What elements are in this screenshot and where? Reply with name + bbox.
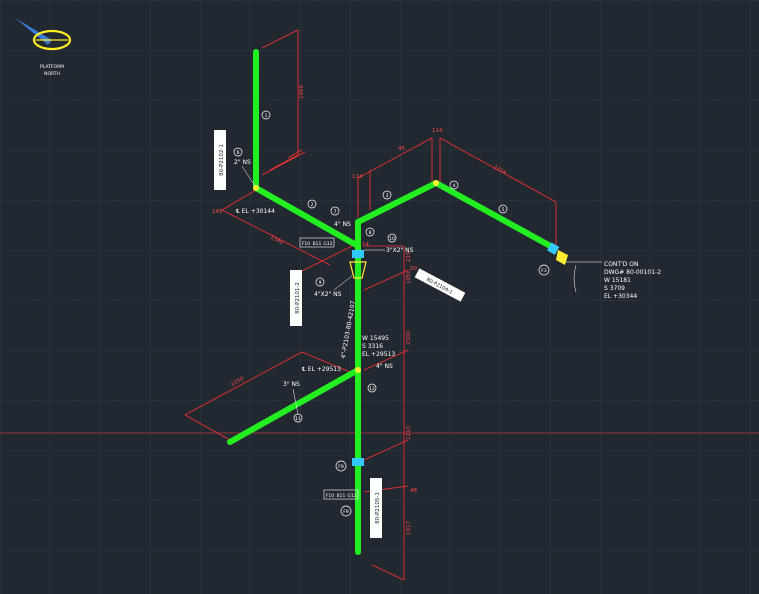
north-label-line1: PLATFORM — [40, 64, 64, 70]
left-low-line-tag: 80-P2101-2 — [290, 270, 302, 326]
dim-v3: 2300 — [406, 331, 412, 345]
elbow-left — [253, 185, 259, 191]
left-line-tag: 80-P2102-1 — [214, 130, 226, 190]
label-el-val: EL +29513 — [362, 351, 395, 358]
dim-top-a: 45 — [398, 146, 405, 152]
dim-left-small: 145 — [212, 209, 223, 215]
bubble-9: 9 — [319, 280, 322, 286]
label-el-mid: ℄ EL +29513 — [302, 366, 341, 373]
tee-lower — [355, 367, 361, 373]
dim-top-small: 114 — [352, 174, 363, 180]
label-cont-line1: CONT'D ON — [604, 261, 638, 268]
cad-drawing-canvas[interactable]: PLATFORM NORTH 80-P2102-1 80-P2101-2 80-… — [0, 0, 759, 594]
bubble-11: 11 — [295, 416, 301, 422]
dim-small-a: 48 — [410, 488, 417, 494]
fitting-tag-low: F9 — [338, 464, 344, 470]
dim-v5: 1017 — [406, 521, 412, 535]
svg-text:F10: F10 — [302, 241, 310, 247]
bubble-7: 7 — [334, 209, 337, 215]
elbow-right — [433, 180, 439, 186]
svg-text:G12: G12 — [323, 241, 332, 247]
bubble-10: 10 — [389, 236, 395, 242]
svg-text:80-P2105-1: 80-P2105-1 — [375, 492, 381, 524]
label-s-val: S 3316 — [362, 343, 383, 350]
label-3x2-ns: 3"X2" NS — [386, 247, 414, 254]
dim-left-small2: 14 — [362, 242, 369, 248]
label-cont-line2: DWG# 80-00101-2 — [604, 269, 661, 276]
label-4in-ns-top: 4" NS — [334, 221, 351, 228]
label-w-val: W 15495 — [362, 335, 389, 342]
label-4in-ns-mid: 4" NS — [376, 363, 393, 370]
bubble-2: 2 — [311, 202, 314, 208]
fitting-tag-bottom: F9 — [343, 509, 349, 515]
svg-text:80-P2102-1: 80-P2102-1 — [219, 144, 225, 176]
label-4x2-ns: 4"X2" NS — [314, 291, 342, 298]
bottom-line-tag: 80-P2105-1 — [370, 478, 382, 538]
svg-text:80-P2101-2: 80-P2101-2 — [295, 282, 301, 314]
dim-small-b: 50 — [410, 266, 417, 272]
bubble-12: 12 — [369, 386, 375, 392]
fitting-reducer-upper — [352, 250, 364, 258]
bubble-6: 6 — [237, 150, 240, 156]
dim-top-b: 114 — [432, 128, 443, 134]
label-cont-line3: W 15181 — [604, 277, 631, 284]
label-el-left: ℄ EL +30144 — [236, 208, 275, 215]
svg-text:F10: F10 — [326, 493, 334, 499]
bubble-3: 3 — [386, 193, 389, 199]
north-label-line2: NORTH — [44, 71, 60, 77]
bubble-5: 5 — [502, 207, 505, 213]
svg-text:G12: G12 — [347, 493, 356, 499]
bubble-8: 8 — [369, 230, 372, 236]
label-cont-line4: S 3709 — [604, 285, 625, 292]
dim-top-vertical: 1400 — [299, 85, 305, 99]
fitting-tag-right: F3 — [541, 268, 547, 274]
label-3in-ns: 3" NS — [283, 381, 300, 388]
bubble-4: 4 — [453, 183, 456, 189]
bubble-1: 1 — [265, 113, 268, 119]
label-cont-line5: EL +30344 — [604, 293, 637, 300]
svg-text:B11: B11 — [313, 241, 322, 247]
dim-v4: 1210 — [406, 426, 412, 440]
fitting-flange-lower — [352, 458, 364, 466]
label-2in-ns: 2" NS — [234, 159, 251, 166]
svg-text:B11: B11 — [337, 493, 346, 499]
